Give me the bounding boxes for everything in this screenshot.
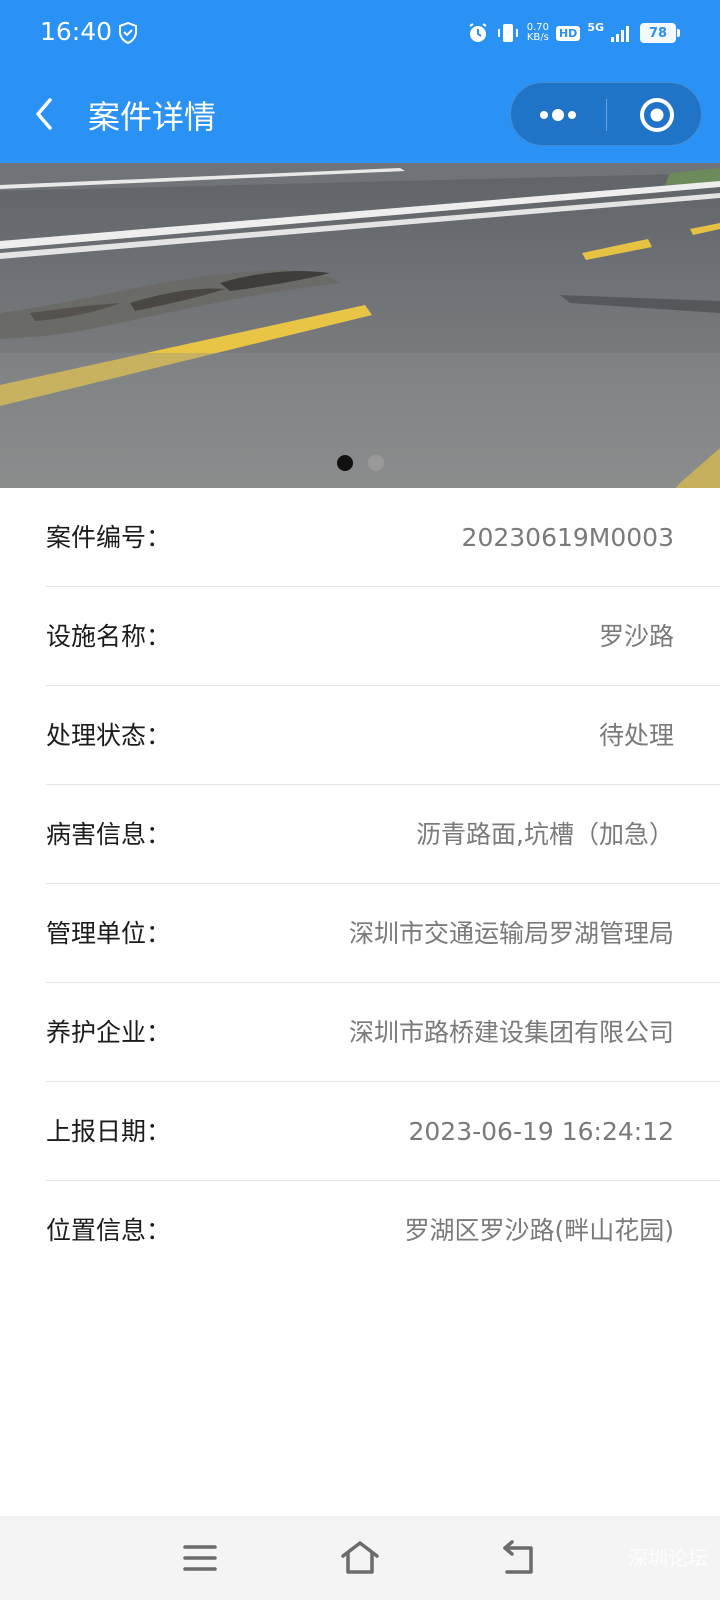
detail-row-maintenance-company: 养护企业： 深圳市路桥建设集团有限公司 (46, 983, 720, 1082)
detail-label: 管理单位： (46, 919, 172, 948)
menu-button[interactable] (178, 1536, 222, 1580)
back-button[interactable] (28, 92, 64, 136)
network-type: 5G (587, 20, 604, 34)
detail-row-defect-info: 病害信息： 沥青路面,坑槽（加急） (46, 785, 720, 884)
status-time: 16:40 (40, 17, 113, 46)
watermark-text: 深圳论坛 (628, 1546, 708, 1570)
detail-row-facility-name: 设施名称： 罗沙路 (46, 587, 720, 686)
detail-label: 病害信息： (46, 820, 172, 849)
home-icon (341, 1541, 379, 1574)
page-title: 案件详情 (88, 98, 217, 136)
network-speed: 0.70 KB/s (527, 23, 549, 43)
detail-value: 2023-06-19 16:24:12 (408, 1117, 674, 1146)
signal-icon (611, 26, 629, 42)
chevron-left-icon (36, 98, 52, 130)
road-pothole-photo (0, 163, 720, 488)
detail-value: 深圳市路桥建设集团有限公司 (348, 1018, 674, 1047)
close-miniprogram-button[interactable] (607, 83, 703, 147)
vibrate-icon (497, 24, 518, 42)
battery-indicator: 78 (640, 23, 680, 43)
carousel-indicators (0, 455, 720, 471)
detail-row-management-unit: 管理单位： 深圳市交通运输局罗湖管理局 (46, 884, 720, 983)
detail-value: 罗沙路 (598, 622, 674, 651)
return-icon (503, 1540, 533, 1574)
detail-value: 深圳市交通运输局罗湖管理局 (348, 919, 674, 948)
target-circle-icon (640, 98, 674, 132)
back-nav-button[interactable] (498, 1536, 542, 1580)
home-button[interactable] (338, 1536, 382, 1580)
detail-row-case-number: 案件编号： 20230619M0003 (46, 488, 720, 587)
detail-label: 设施名称： (46, 622, 172, 651)
case-detail-list: 案件编号： 20230619M0003 设施名称： 罗沙路 处理状态： 待处理 … (0, 488, 720, 1280)
shield-icon (119, 22, 137, 44)
network-speed-unit: KB/s (526, 32, 549, 43)
more-dots-icon (540, 109, 576, 121)
detail-row-report-date: 上报日期： 2023-06-19 16:24:12 (46, 1082, 720, 1181)
carousel-dot-2[interactable] (367, 455, 384, 471)
detail-label: 案件编号： (46, 523, 172, 552)
battery-level: 78 (648, 25, 668, 41)
more-button[interactable] (511, 83, 606, 147)
detail-value: 沥青路面,坑槽（加急） (416, 820, 674, 849)
system-navigation-bar: 深圳论坛 (0, 1516, 720, 1600)
detail-label: 上报日期： (46, 1117, 172, 1146)
status-icons: 0.70 KB/s HD 5G 78 (467, 18, 680, 48)
detail-value: 20230619M0003 (461, 523, 674, 552)
detail-value: 罗湖区罗沙路(畔山花园) (404, 1216, 674, 1245)
detail-label: 位置信息： (46, 1216, 172, 1245)
detail-label: 处理状态： (46, 721, 172, 750)
detail-row-status: 处理状态： 待处理 (46, 686, 720, 785)
status-bar: 16:40 0.70 KB/s HD 5G 78 (0, 0, 720, 66)
alarm-icon (469, 23, 487, 42)
detail-value: 待处理 (598, 721, 674, 750)
mini-program-capsule (510, 82, 702, 146)
hd-badge: HD (555, 25, 581, 41)
carousel-dot-1[interactable] (336, 455, 353, 471)
detail-row-location: 位置信息： 罗湖区罗沙路(畔山花园) (46, 1181, 720, 1280)
nav-bar: 案件详情 (0, 70, 720, 160)
case-photo-carousel[interactable] (0, 163, 720, 488)
app-header: 16:40 0.70 KB/s HD 5G 78 案件详情 (0, 0, 720, 163)
menu-lines-icon (183, 1545, 217, 1571)
detail-label: 养护企业： (46, 1018, 172, 1047)
